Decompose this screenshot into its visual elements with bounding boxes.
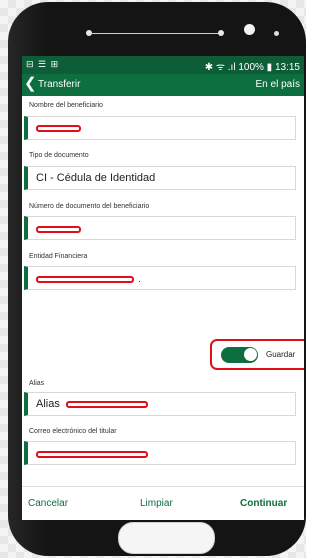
transfer-form: Nombre del beneficiario Tipo de document… <box>22 96 304 486</box>
bank-trailing-text: . <box>138 274 141 285</box>
save-toggle-highlight: Guardar <box>210 339 304 370</box>
alias-label: Alias <box>29 380 45 387</box>
redaction-mark <box>36 125 81 132</box>
save-toggle[interactable] <box>221 347 258 363</box>
page-title: Transferir <box>38 79 81 90</box>
proximity-sensor <box>274 31 279 36</box>
clear-button[interactable]: Limpiar <box>140 498 173 509</box>
app-bar: ❮ Transferir En el país <box>22 74 304 96</box>
status-indicators: ✱ ᯤ .ıl 100% ▮ 13:15 <box>204 62 300 73</box>
notification-icons: ⊟ ☰ ⊞ <box>26 59 60 69</box>
speaker-dot-right <box>218 30 224 36</box>
doc-type-select[interactable]: CI - Cédula de Identidad <box>24 166 296 190</box>
status-bar: ⊟ ☰ ⊞ ✱ ᯤ .ıl 100% ▮ 13:15 <box>22 56 304 74</box>
home-button[interactable] <box>118 522 215 554</box>
phone-screen: ⊟ ☰ ⊞ ✱ ᯤ .ıl 100% ▮ 13:15 ❮ Transferir … <box>22 56 304 520</box>
transfer-scope-label: En el país <box>255 79 300 90</box>
alias-prefix: Alias <box>36 398 60 410</box>
email-label: Correo electrónico del titular <box>29 428 117 435</box>
doc-type-value: CI - Cédula de Identidad <box>36 172 156 184</box>
redaction-mark <box>36 451 148 458</box>
doc-number-label: Número de documento del beneficiario <box>29 203 150 210</box>
action-bar: Cancelar Limpiar Continuar <box>22 486 304 520</box>
bank-select[interactable]: . <box>24 266 296 290</box>
front-camera <box>244 24 255 35</box>
cancel-button[interactable]: Cancelar <box>28 498 68 509</box>
save-toggle-label: Guardar <box>266 350 296 359</box>
redaction-mark <box>36 276 134 283</box>
redaction-mark <box>66 401 148 408</box>
redaction-mark <box>36 226 81 233</box>
toggle-knob <box>244 348 257 361</box>
continue-button[interactable]: Continuar <box>240 498 287 509</box>
email-field[interactable] <box>24 441 296 465</box>
bank-label: Entidad Financiera <box>29 253 88 260</box>
back-arrow-icon[interactable]: ❮ <box>24 76 37 92</box>
doc-type-label: Tipo de documento <box>29 152 89 159</box>
doc-number-field[interactable] <box>24 216 296 240</box>
beneficiary-name-field[interactable] <box>24 116 296 140</box>
speaker-grille <box>90 33 220 34</box>
beneficiary-name-label: Nombre del beneficiario <box>29 102 103 109</box>
alias-field[interactable]: Alias <box>24 392 296 416</box>
